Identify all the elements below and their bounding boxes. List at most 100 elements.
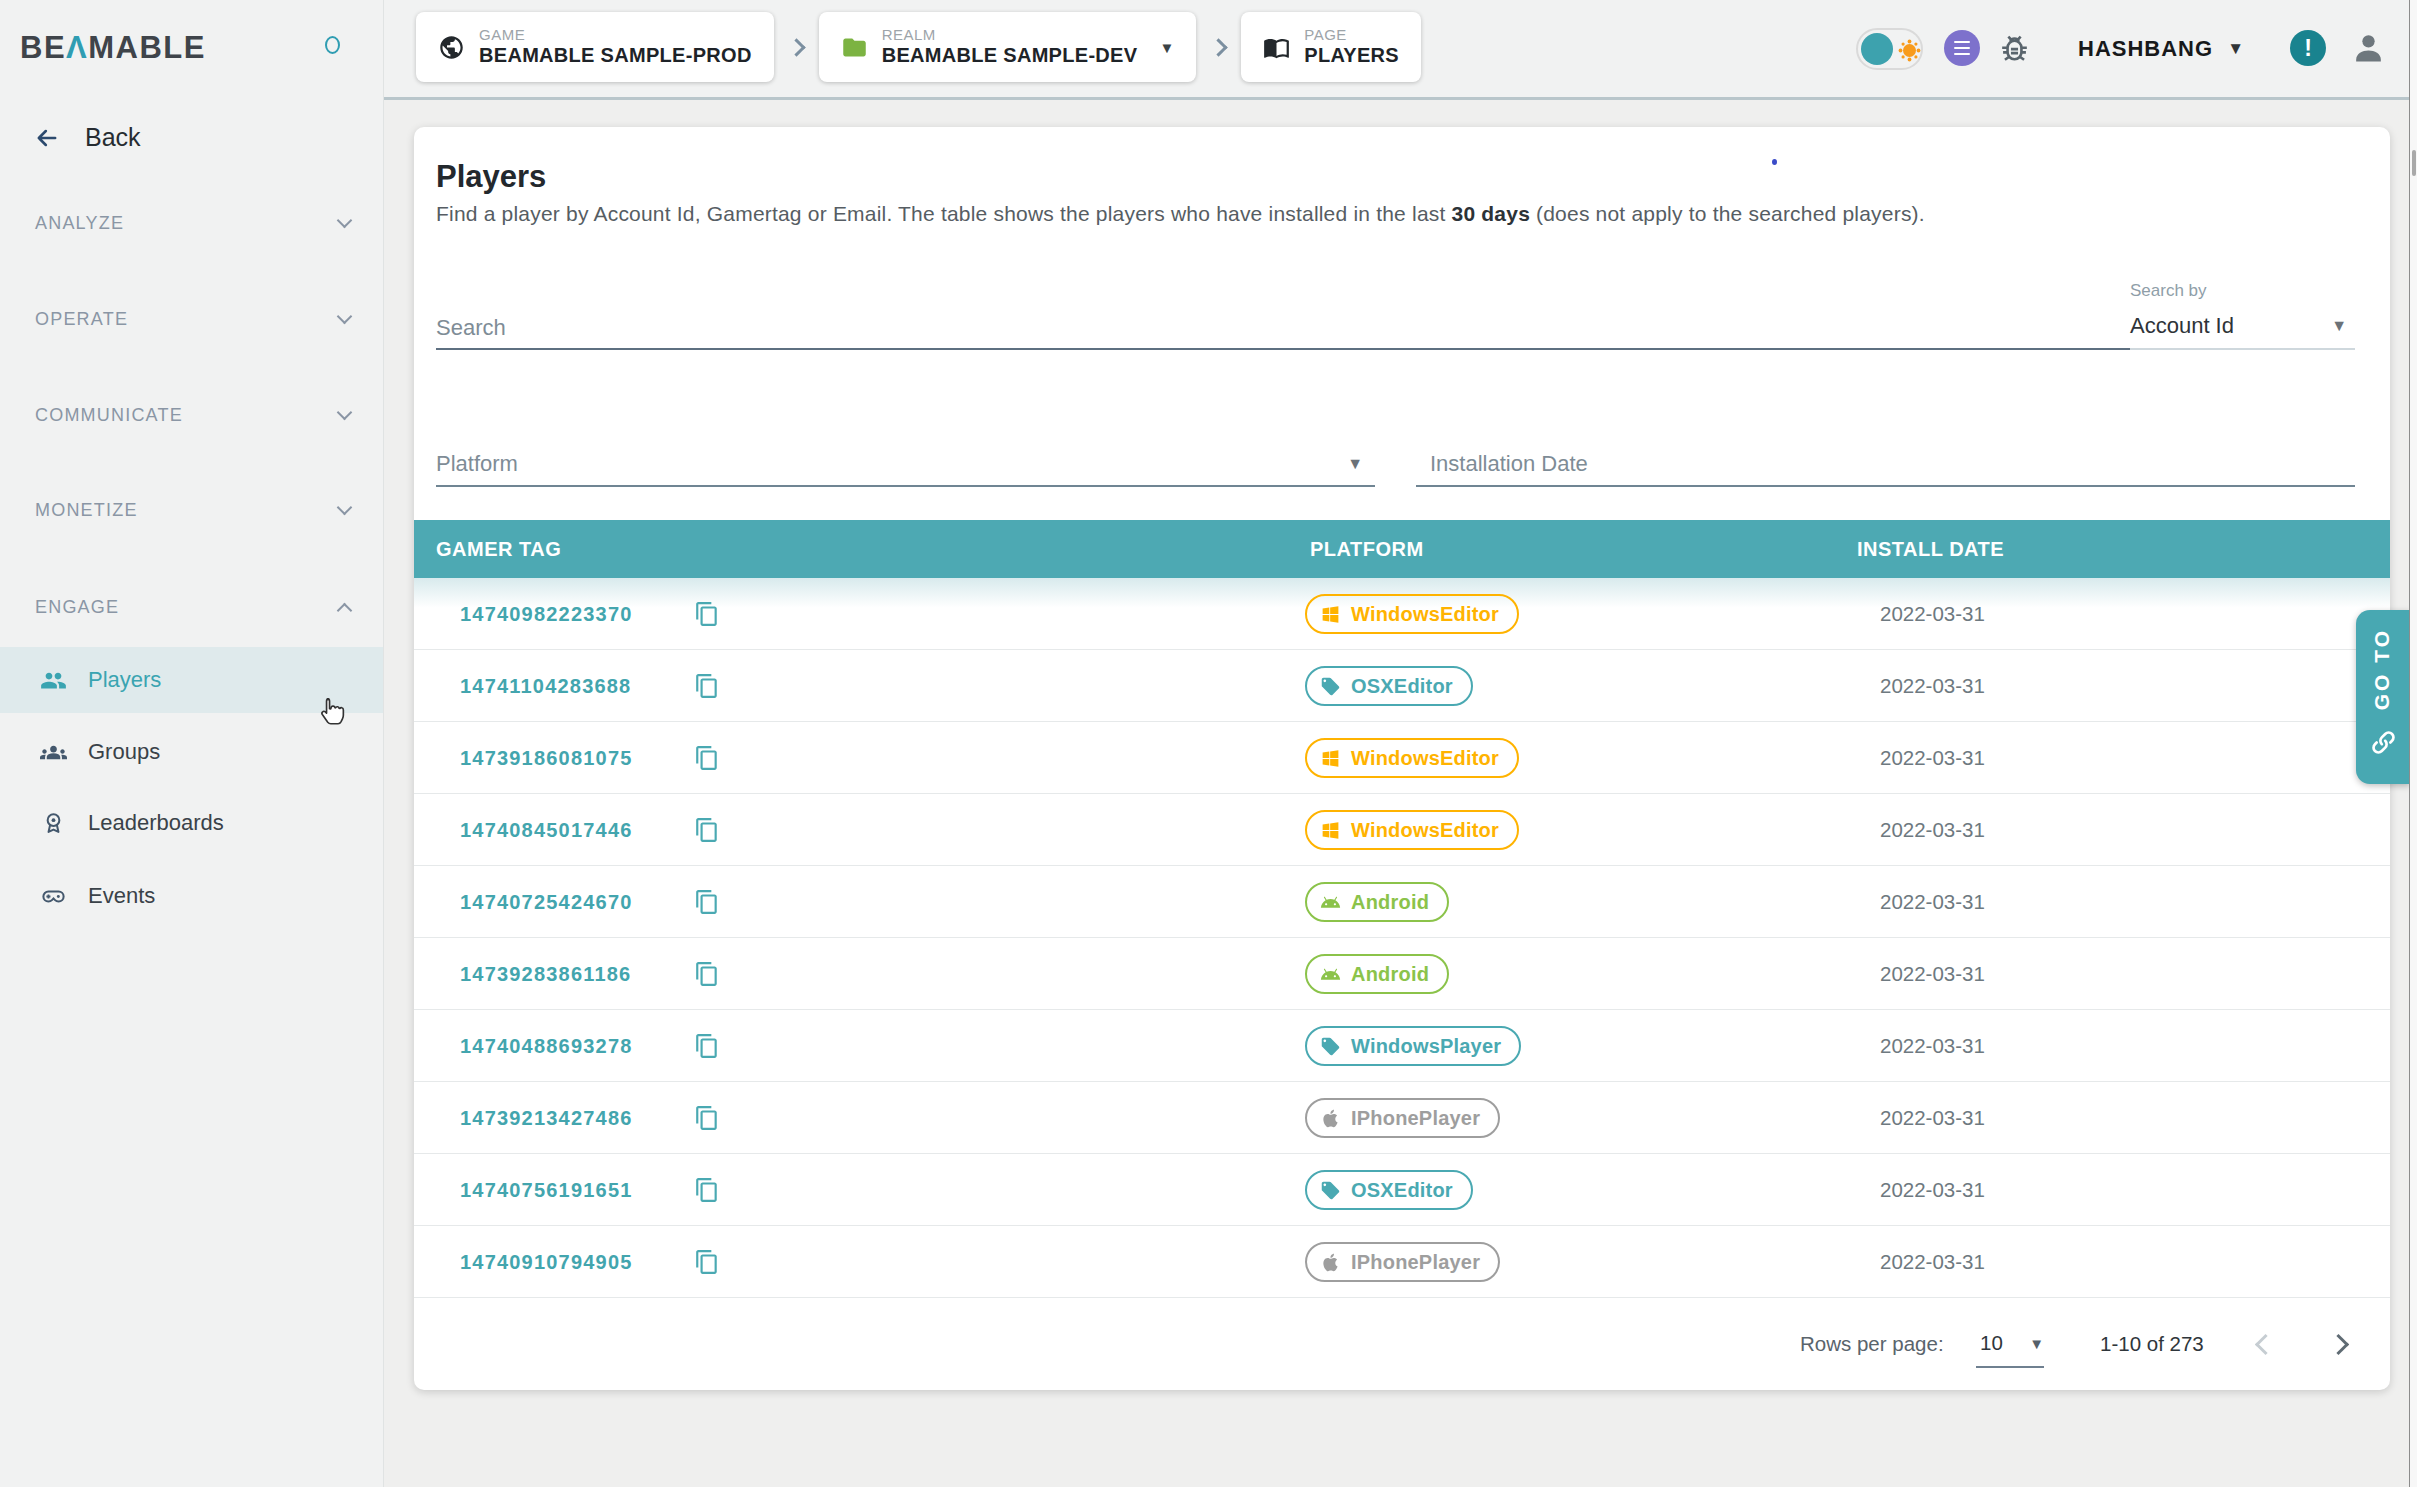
table-row: 14741104283688 OSXEditor 2022-03-31: [414, 650, 2390, 722]
rows-per-page-select[interactable]: 10 ▼: [1976, 1319, 2044, 1368]
sidebar-item-events[interactable]: Events: [0, 863, 383, 929]
gamer-tag-link[interactable]: 14740756191651: [460, 1154, 633, 1226]
breadcrumb-game[interactable]: GAME BEAMABLE SAMPLE-PROD: [416, 12, 774, 82]
copy-icon[interactable]: [694, 673, 720, 699]
install-date: 2022-03-31: [1880, 650, 1985, 722]
android-icon: [1320, 964, 1341, 985]
install-date: 2022-03-31: [1880, 578, 1985, 650]
gamer-tag-link[interactable]: 14740488693278: [460, 1010, 633, 1082]
menu-button[interactable]: [1944, 30, 1980, 66]
install-date: 2022-03-31: [1880, 1010, 1985, 1082]
chevron-right-icon: [1210, 38, 1228, 56]
column-install-date: INSTALL DATE: [1857, 520, 2004, 578]
android-icon: [1320, 892, 1341, 913]
table-row: 14740488693278 WindowsPlayer 2022-03-31: [414, 1010, 2390, 1082]
sidebar-section-engage[interactable]: ENGAGE: [35, 593, 350, 621]
platform-badge: OSXEditor: [1305, 1170, 1473, 1210]
artifact-dot: [1772, 159, 1777, 165]
platform-badge: WindowsPlayer: [1305, 1026, 1521, 1066]
copy-icon[interactable]: [694, 1033, 720, 1059]
previous-page-button[interactable]: [2255, 1334, 2276, 1355]
sidebar-section-monetize[interactable]: MONETIZE: [35, 496, 350, 524]
sidebar: BEΛMABLE Back ANALYZE OPERATE COMMUNICAT…: [0, 0, 384, 1487]
platform-badge: OSXEditor: [1305, 666, 1473, 706]
chevron-icon: [337, 404, 353, 420]
search-by-select[interactable]: Search by Account Id ▼: [2130, 267, 2355, 350]
platform-badge: IPhonePlayer: [1305, 1098, 1500, 1138]
sidebar-item-leaderboards[interactable]: Leaderboards: [0, 790, 383, 856]
gamer-tag-link[interactable]: 14741104283688: [460, 650, 631, 722]
medal-icon: [40, 810, 67, 837]
bug-report-button[interactable]: [1996, 30, 2033, 67]
copy-icon[interactable]: [694, 745, 720, 771]
sidebar-section-communicate[interactable]: COMMUNICATE: [35, 401, 350, 429]
install-date: 2022-03-31: [1880, 722, 1985, 794]
theme-toggle-knob: [1861, 33, 1893, 65]
copy-icon[interactable]: [694, 889, 720, 915]
gamer-tag-link[interactable]: 14740725424670: [460, 866, 633, 938]
page-description: Find a player by Account Id, Gamertag or…: [436, 202, 1925, 226]
platform-badge: WindowsEditor: [1305, 738, 1519, 778]
topbar: GAME BEAMABLE SAMPLE-PROD REALM BEAMABLE…: [384, 0, 2409, 100]
profile-icon[interactable]: [2350, 29, 2387, 66]
table-row: 14740756191651 OSXEditor 2022-03-31: [414, 1154, 2390, 1226]
install-date: 2022-03-31: [1880, 866, 1985, 938]
chevron-right-icon: [787, 38, 805, 56]
install-date: 2022-03-31: [1880, 1226, 1985, 1298]
platform-select[interactable]: Platform ▼: [436, 429, 1375, 487]
folder-icon: [841, 34, 868, 61]
chevron-down-icon: ▼: [2227, 39, 2244, 59]
platform-badge: WindowsEditor: [1305, 594, 1519, 634]
table-row: 14739213427486 IPhonePlayer 2022-03-31: [414, 1082, 2390, 1154]
apple-icon: [1320, 1108, 1341, 1129]
scrollbar[interactable]: [2409, 0, 2417, 1487]
table-footer: Rows per page: 10 ▼ 1-10 of 273: [414, 1298, 2390, 1390]
app-root: BEΛMABLE Back ANALYZE OPERATE COMMUNICAT…: [0, 0, 2417, 1487]
back-arrow-icon: [33, 124, 61, 152]
copy-icon[interactable]: [694, 961, 720, 987]
scrollbar-thumb[interactable]: [2412, 150, 2416, 176]
page-title: Players: [436, 159, 546, 195]
back-button[interactable]: Back: [33, 123, 141, 152]
goto-button[interactable]: GO TO: [2356, 610, 2410, 784]
copy-icon[interactable]: [694, 817, 720, 843]
platform-badge: IPhonePlayer: [1305, 1242, 1500, 1282]
gamer-tag-link[interactable]: 14739186081075: [460, 722, 633, 794]
gamer-tag-link[interactable]: 14740982223370: [460, 578, 633, 650]
breadcrumb: GAME BEAMABLE SAMPLE-PROD REALM BEAMABLE…: [416, 12, 1421, 82]
link-icon: [2369, 728, 2398, 757]
gamer-tag-link[interactable]: 14739283861186: [460, 938, 631, 1010]
chevron-down-icon: ▼: [1159, 39, 1174, 56]
main-content: Players Find a player by Account Id, Gam…: [384, 100, 2409, 1487]
install-date: 2022-03-31: [1880, 938, 1985, 1010]
alert-button[interactable]: !: [2290, 30, 2326, 66]
installation-date-input[interactable]: Installation Date: [1416, 429, 2355, 487]
table-row: 14740982223370 WindowsEditor 2022-03-31: [414, 578, 2390, 650]
copy-icon[interactable]: [694, 1177, 720, 1203]
windows-icon: [1320, 604, 1341, 625]
book-icon: [1263, 34, 1290, 61]
groups-icon: [40, 739, 67, 766]
apple-icon: [1320, 1252, 1341, 1273]
copy-icon[interactable]: [694, 1249, 720, 1275]
theme-toggle[interactable]: [1856, 28, 1923, 70]
table-row: 14740910794905 IPhonePlayer 2022-03-31: [414, 1226, 2390, 1298]
table-row: 14740725424670 Android 2022-03-31: [414, 866, 2390, 938]
gamer-tag-link[interactable]: 14740845017446: [460, 794, 633, 866]
copy-icon[interactable]: [694, 601, 720, 627]
sidebar-section-operate[interactable]: OPERATE: [35, 305, 350, 333]
tag-icon: [1320, 1180, 1341, 1201]
chevron-icon: [337, 499, 353, 515]
next-page-button[interactable]: [2328, 1334, 2349, 1355]
gamer-tag-link[interactable]: 14740910794905: [460, 1226, 633, 1298]
tag-icon: [1320, 1036, 1341, 1057]
copy-icon[interactable]: [694, 1105, 720, 1131]
beamable-logo: BEΛMABLE: [20, 30, 206, 66]
account-menu[interactable]: HASHBANG ▼: [2078, 0, 2244, 97]
sidebar-section-analyze[interactable]: ANALYZE: [35, 209, 350, 237]
search-input[interactable]: Search: [436, 297, 2130, 350]
breadcrumb-realm[interactable]: REALM BEAMABLE SAMPLE-DEV ▼: [819, 12, 1197, 82]
breadcrumb-page[interactable]: PAGE PLAYERS: [1241, 12, 1421, 82]
chevron-down-icon: ▼: [2331, 317, 2347, 335]
gamer-tag-link[interactable]: 14739213427486: [460, 1082, 633, 1154]
